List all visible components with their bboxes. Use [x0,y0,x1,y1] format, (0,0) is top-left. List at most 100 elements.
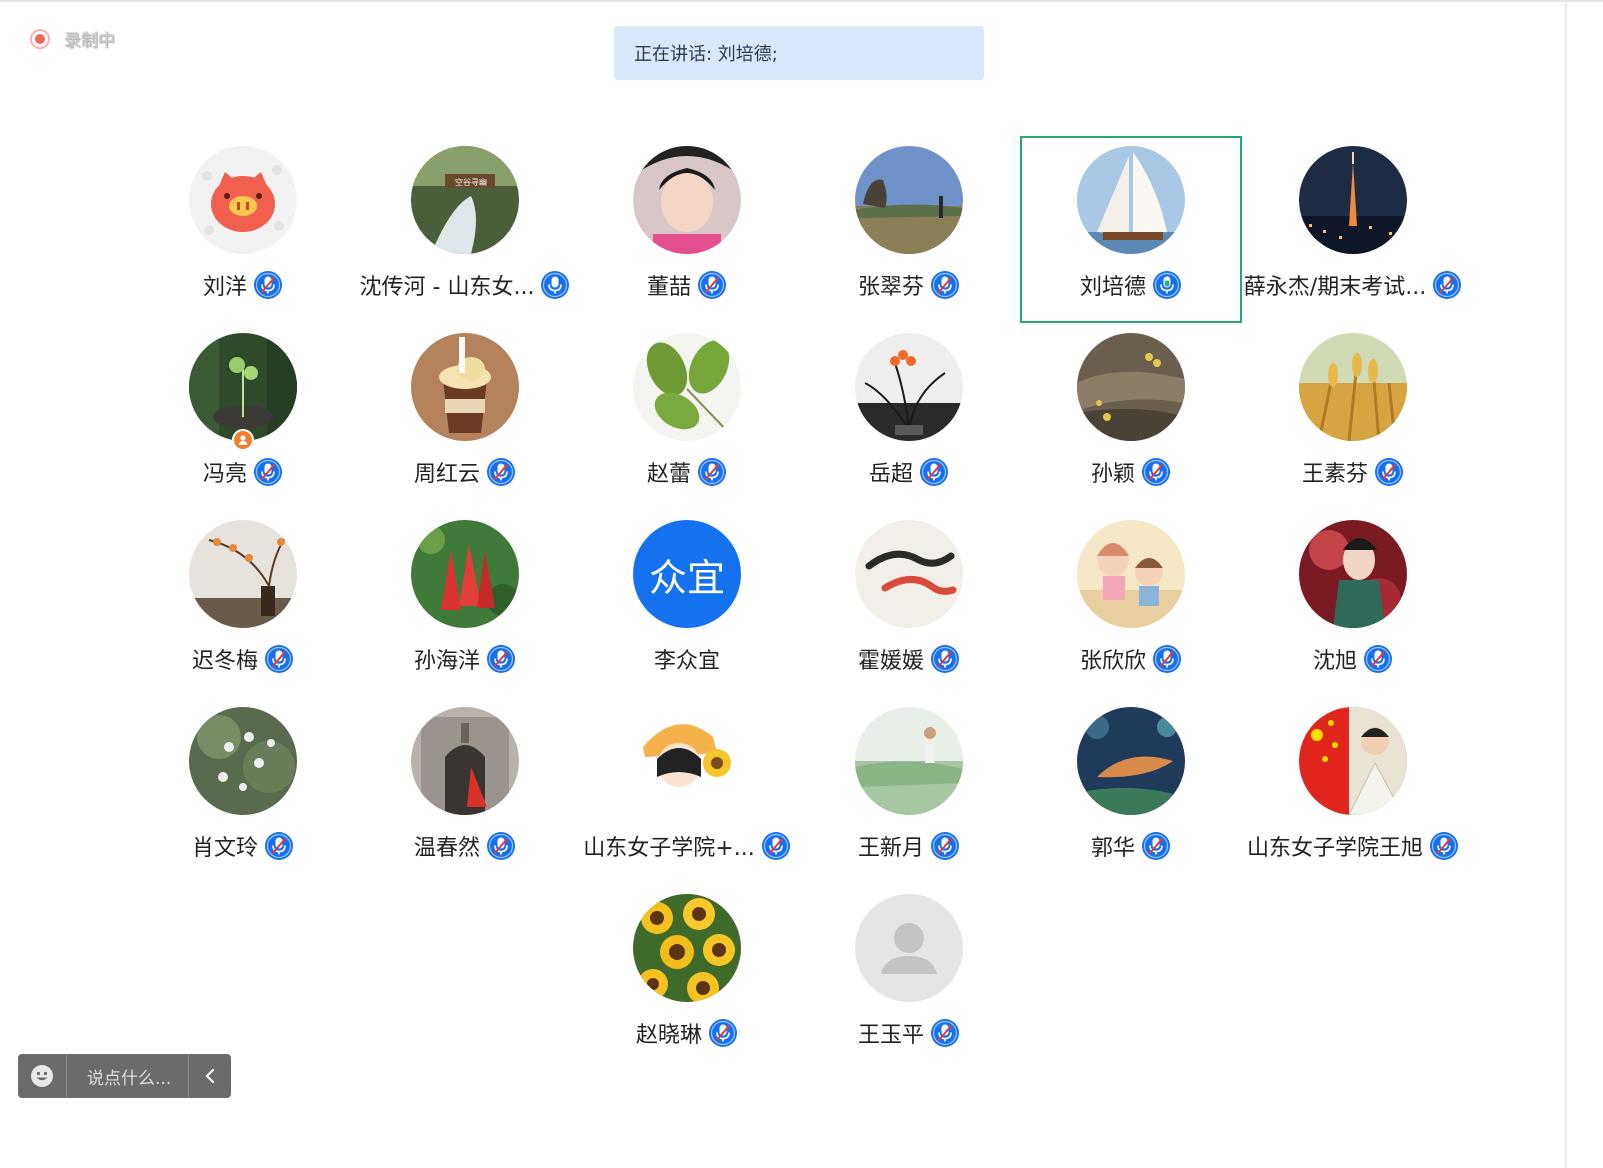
wheat-photo [1299,333,1407,441]
leaves-photo [633,333,741,441]
mic-speaking-icon[interactable] [1152,270,1182,300]
participant-tile[interactable]: 霍媛媛 [798,510,1020,697]
participant-name: 岳超 [868,462,913,487]
mic-muted-icon[interactable] [1429,831,1459,861]
mic-muted-icon[interactable] [486,644,516,674]
mic-muted-icon[interactable] [264,644,294,674]
participant-name-row: 刘培德 [1080,268,1182,302]
participant-name-row: 冯亮 [203,455,283,489]
mic-on-icon[interactable] [540,270,570,300]
ikebana-photo [189,520,297,628]
participant-name-row: 赵晓琳 [636,1016,738,1050]
mic-muted-icon[interactable] [1141,831,1171,861]
mic-muted-icon[interactable] [1363,644,1393,674]
participant-name-row: 赵蕾 [647,455,727,489]
participant-avatar [855,146,963,254]
participant-tile[interactable]: 王玉平 [798,884,1020,1071]
mic-muted-icon[interactable] [486,457,516,487]
participant-name: 沈传河 - 山东女... [359,275,535,300]
mic-muted-icon[interactable] [1152,644,1182,674]
mic-muted-icon[interactable] [919,457,949,487]
meeting-gallery-view: 录制中 正在讲话: 刘培德; 刘洋 空谷寻幽 沈传河 - 山东女... 董喆 张翠芬 刘培… [0,0,1603,1168]
svg-text:空谷寻幽: 空谷寻幽 [455,177,487,187]
participant-name-row: 温春然 [414,829,516,863]
participant-name: 薛永杰/期末考试... [1243,275,1427,300]
participant-name: 山东女子学院+... [583,836,755,861]
participant-name: 刘洋 [202,275,247,300]
mic-muted-icon[interactable] [1432,270,1462,300]
participant-avatar [1077,520,1185,628]
pig-icon [189,146,297,254]
participant-avatar [1077,707,1185,815]
participant-avatar [1299,333,1407,441]
recording-label: 录制中 [64,31,115,51]
participant-tile[interactable]: 赵蕾 [576,323,798,510]
participant-tile[interactable]: 山东女子学院+... [576,697,798,884]
mic-muted-icon[interactable] [486,831,516,861]
participant-name: 郭华 [1090,836,1135,861]
red-bells-photo [411,520,519,628]
participant-tile[interactable]: 郭华 [1020,697,1242,884]
participant-name: 霍媛媛 [857,649,924,674]
mic-muted-icon[interactable] [697,270,727,300]
participant-tile[interactable]: 张欣欣 [1020,510,1242,697]
participant-name-row: 周红云 [414,455,516,489]
mic-muted-icon[interactable] [253,270,283,300]
participant-tile[interactable]: 赵晓琳 [576,884,798,1071]
participant-name-row: 孙海洋 [414,642,516,676]
participant-name-row: 薛永杰/期末考试... [1244,268,1462,302]
participant-tile[interactable]: 刘洋 [132,136,354,323]
participant-avatar [1299,520,1407,628]
mic-muted-icon[interactable] [708,1018,738,1048]
collapse-chat-button[interactable] [189,1054,231,1098]
emoji-button[interactable] [18,1054,67,1098]
participant-tile[interactable]: 薛永杰/期末考试... [1242,136,1464,323]
participant-tile[interactable]: 董喆 [576,136,798,323]
participant-name: 孙海洋 [413,649,480,674]
chat-input[interactable]: 说点什么... [67,1054,189,1098]
mic-muted-icon[interactable] [930,831,960,861]
participant-tile[interactable]: 空谷寻幽沈传河 - 山东女... [354,136,576,323]
participant-name: 温春然 [413,836,480,861]
mic-muted-icon[interactable] [253,457,283,487]
girl-sunflower-cartoon [633,707,741,815]
mic-muted-icon[interactable] [930,1018,960,1048]
mic-muted-icon[interactable] [264,831,294,861]
mic-muted-icon[interactable] [1141,457,1171,487]
participant-tile[interactable]: 周红云 [354,323,576,510]
city-tower-photo [1299,146,1407,254]
participant-tile[interactable]: 孙颖 [1020,323,1242,510]
participant-name-row: 沈旭 [1313,642,1393,676]
participant-tile[interactable]: 肖文玲 [132,697,354,884]
mic-muted-icon[interactable] [930,270,960,300]
participant-tile[interactable]: 张翠芬 [798,136,1020,323]
participant-name: 张翠芬 [857,275,924,300]
mic-muted-icon[interactable] [930,644,960,674]
participant-tile[interactable]: 冯亮 [132,323,354,510]
participant-tile[interactable]: 王素芬 [1242,323,1464,510]
mic-muted-icon[interactable] [697,457,727,487]
participant-name-row: 王玉平 [858,1016,960,1050]
participant-name: 周红云 [413,462,480,487]
avatar-initials: 众宜 [648,555,725,600]
participant-tile[interactable]: 刘培德 [1020,136,1242,323]
participant-tile[interactable]: 山东女子学院王旭 [1242,697,1464,884]
participant-name-row: 刘洋 [203,268,283,302]
participant-tile[interactable]: 孙海洋 [354,510,576,697]
participant-avatar [189,146,297,254]
participant-name-row: 迟冬梅 [192,642,294,676]
selfie-photo [633,146,741,254]
participant-tile[interactable]: 岳超 [798,323,1020,510]
mic-muted-icon[interactable] [1374,457,1404,487]
participant-tile[interactable]: 沈旭 [1242,510,1464,697]
participant-tile[interactable]: 迟冬梅 [132,510,354,697]
participant-avatar [633,146,741,254]
participant-name-row: 沈传河 - 山东女... [360,268,571,302]
participant-avatar [1077,333,1185,441]
participant-tile[interactable]: 温春然 [354,697,576,884]
participant-tile[interactable]: 众宜 李众宜 [576,510,798,697]
mic-muted-icon[interactable] [761,831,791,861]
participant-name: 王玉平 [857,1023,924,1048]
participant-avatar [411,333,519,441]
participant-tile[interactable]: 王新月 [798,697,1020,884]
